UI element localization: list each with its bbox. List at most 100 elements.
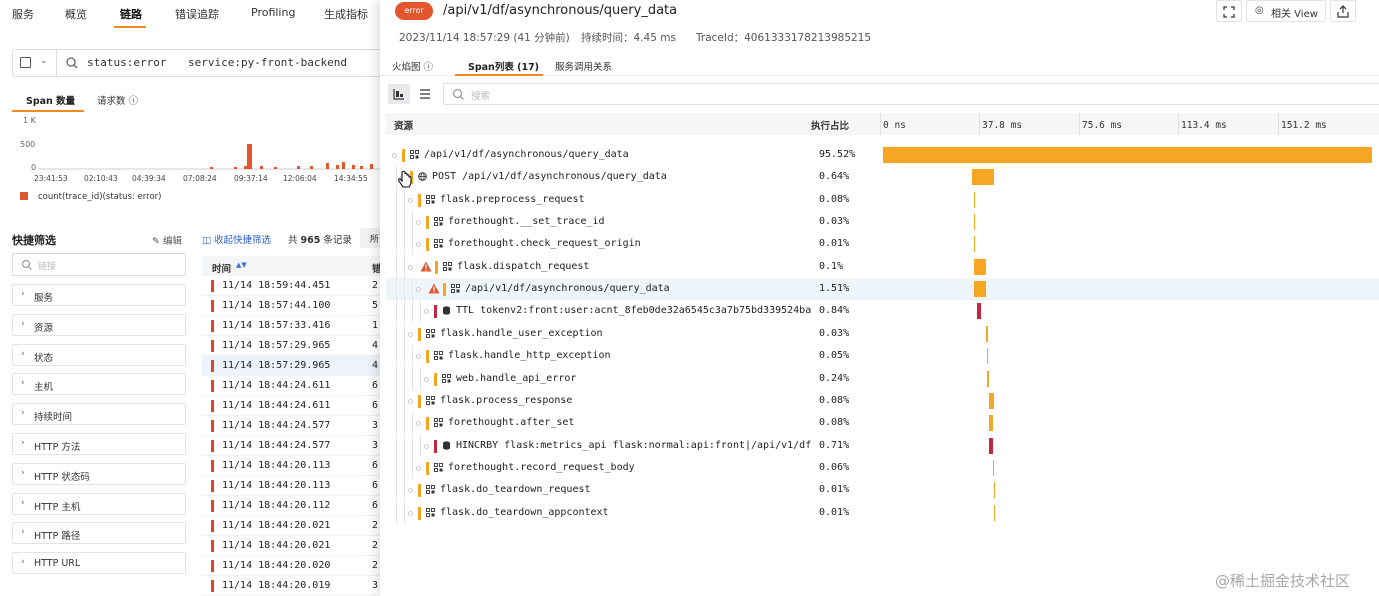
quick-filter-item[interactable]: › 状态 (12, 343, 186, 366)
table-row[interactable]: 11/14 18:57:33.416 1 (202, 316, 380, 336)
tree-node[interactable] (424, 376, 429, 382)
span-timeline-bar[interactable] (994, 482, 995, 499)
tree-node[interactable] (408, 488, 413, 494)
span-row[interactable]: forethought.check_request_origin 0.01% (386, 233, 1379, 256)
view-selector[interactable]: ⌄ (13, 50, 57, 76)
tree-node[interactable] (408, 197, 413, 203)
fullscreen-button[interactable] (1216, 0, 1242, 22)
tree-node[interactable] (424, 309, 429, 315)
tree-node[interactable] (416, 287, 421, 293)
query-token-status[interactable]: status:error (87, 56, 167, 69)
table-row[interactable]: 11/14 18:44:20.019 3 (202, 576, 380, 596)
table-row[interactable]: 11/14 18:44:20.021 2 (202, 536, 380, 556)
trace-id[interactable]: TraceId：4061333178213985215 (696, 30, 871, 45)
column-time[interactable]: 时间 (212, 261, 231, 275)
related-view-button[interactable]: ◎ 相关 View (1246, 0, 1326, 22)
tab-trace[interactable]: 链路 (120, 6, 142, 22)
span-row[interactable]: flask.dispatch_request 0.1% (386, 255, 1379, 278)
tree-node[interactable] (416, 421, 421, 427)
table-row[interactable]: 11/14 18:44:24.611 6 (202, 376, 380, 396)
span-timeline-bar[interactable] (987, 370, 989, 387)
tree-node[interactable] (424, 443, 429, 449)
table-row[interactable]: 11/14 18:44:20.112 6 (202, 496, 380, 516)
span-row[interactable]: HINCRBY flask:metrics_api flask:normal:a… (386, 434, 1379, 457)
tab-span-list[interactable]: Span列表 (17) (468, 59, 539, 73)
quick-filter-item[interactable]: › HTTP URL (12, 552, 186, 575)
quick-filter-item[interactable]: › HTTP 主机 (12, 492, 186, 515)
tree-node[interactable] (392, 153, 397, 158)
span-timeline-bar[interactable] (989, 437, 993, 454)
quick-filter-item[interactable]: › 主机 (12, 373, 186, 396)
collapse-quick-filter-button[interactable]: ◫ 收起快捷筛选 (202, 232, 271, 246)
tab-overview[interactable]: 概览 (65, 6, 87, 22)
span-search-input[interactable]: 搜索 (443, 83, 1379, 105)
span-timeline-bar[interactable] (974, 281, 986, 298)
span-timeline-bar[interactable] (974, 191, 975, 208)
list-view-button[interactable] (414, 84, 436, 104)
table-row[interactable]: 11/14 18:57:29.965 4 (202, 356, 380, 376)
span-timeline-bar[interactable] (994, 504, 995, 521)
table-row[interactable]: 11/14 18:44:24.577 3 (202, 436, 380, 456)
column-percent[interactable]: 执行占比 (811, 118, 849, 132)
span-row[interactable]: flask.do_teardown_request 0.01% (386, 479, 1379, 502)
tab-flame-graph[interactable]: 火焰图 ⓘ (392, 59, 433, 73)
span-row[interactable]: flask.handle_user_exception 0.03% (386, 322, 1379, 345)
query-search-bar[interactable]: ⌄ status:error service:py-front-backend (12, 49, 380, 77)
tab-generate-metrics[interactable]: 生成指标 (324, 6, 368, 22)
span-timeline-bar[interactable] (974, 258, 986, 275)
truncated-button[interactable]: 所 (360, 228, 380, 248)
table-row[interactable]: 11/14 18:44:24.577 3 (202, 416, 380, 436)
tab-error-tracking[interactable]: 错误追踪 (175, 6, 219, 22)
tree-node[interactable] (408, 510, 413, 516)
span-row[interactable]: flask.do_teardown_appcontext 0.01% (386, 501, 1379, 524)
span-timeline-bar[interactable] (883, 147, 1372, 163)
tree-node[interactable] (416, 465, 421, 471)
span-row[interactable]: forethought.record_request_body 0.06% (386, 456, 1379, 479)
tab-service[interactable]: 服务 (12, 6, 34, 22)
quick-filter-item[interactable]: › 资源 (12, 313, 186, 336)
span-row[interactable]: flask.handle_http_exception 0.05% (386, 345, 1379, 368)
table-row[interactable]: 11/14 18:44:20.113 6 (202, 476, 380, 496)
tab-span-count[interactable]: Span 数量 (26, 93, 75, 107)
span-timeline-bar[interactable] (989, 415, 993, 432)
tree-node[interactable] (408, 264, 413, 270)
tree-node[interactable] (408, 331, 413, 337)
column-error[interactable]: 错 (372, 261, 380, 275)
tree-node[interactable] (416, 354, 421, 360)
table-row[interactable]: 11/14 18:44:20.113 6 (202, 456, 380, 476)
span-row[interactable]: web.handle_api_error 0.24% (386, 367, 1379, 390)
sort-icon[interactable]: ▲▼ (236, 261, 247, 269)
tab-service-map[interactable]: 服务调用关系 (555, 59, 612, 73)
table-row[interactable]: 11/14 18:44:20.020 2 (202, 556, 380, 576)
quick-filter-edit-button[interactable]: ✎ 编辑 (152, 233, 182, 247)
table-row[interactable]: 11/14 18:44:20.021 2 (202, 516, 380, 536)
share-button[interactable] (1330, 0, 1356, 22)
tab-request-count[interactable]: 请求数 ⓘ (97, 93, 138, 107)
span-timeline-bar[interactable] (972, 169, 994, 186)
span-row[interactable]: /api/v1/df/asynchronous/query_data 95.52% (386, 144, 1379, 166)
tab-profiling[interactable]: Profiling (251, 6, 295, 19)
tree-node[interactable] (416, 242, 421, 248)
quick-filter-item[interactable]: › 持续时间 (12, 403, 186, 426)
quick-filter-item[interactable]: › 服务 (12, 284, 186, 306)
table-row[interactable]: 11/14 18:44:24.611 6 (202, 396, 380, 416)
span-timeline-bar[interactable] (987, 348, 988, 365)
span-row[interactable]: forethought.after_set 0.08% (386, 412, 1379, 435)
quick-filter-item[interactable]: › HTTP 状态码 (12, 462, 186, 485)
quick-filter-search[interactable]: 链接 (12, 253, 186, 276)
span-timeline-bar[interactable] (989, 392, 994, 409)
span-row[interactable]: TTL tokenv2:front:user:acnt_8feb0de32a65… (386, 300, 1379, 323)
quick-filter-item[interactable]: › HTTP 方法 (12, 433, 186, 455)
span-row[interactable]: forethought.__set_trace_id 0.03% (386, 211, 1379, 234)
waterfall-view-button[interactable] (388, 84, 410, 104)
span-timeline-bar[interactable] (993, 459, 994, 476)
table-row[interactable]: 11/14 18:59:44.451 2 (202, 276, 380, 296)
table-row[interactable]: 11/14 18:57:44.100 5 (202, 296, 380, 316)
span-row[interactable]: flask.process_response 0.08% (386, 389, 1379, 412)
tree-node[interactable] (416, 220, 421, 226)
span-timeline-bar[interactable] (977, 303, 981, 320)
table-row[interactable]: 11/14 18:57:29.965 4 (202, 336, 380, 356)
query-token-service[interactable]: service:py-front-backend (188, 56, 347, 69)
span-timeline-bar[interactable] (974, 214, 975, 231)
quick-filter-item[interactable]: › HTTP 路径 (12, 522, 186, 545)
